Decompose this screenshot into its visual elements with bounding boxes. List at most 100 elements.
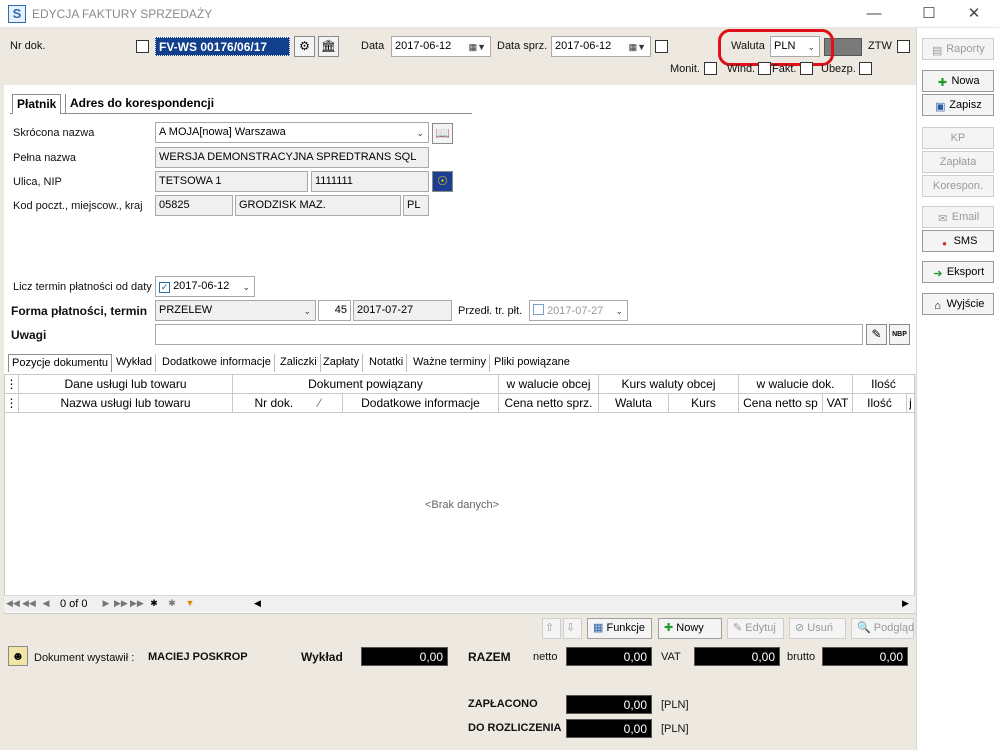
col-j[interactable]: j bbox=[907, 394, 915, 413]
close-icon[interactable]: ✕ bbox=[962, 4, 986, 24]
termin-days-field[interactable]: 45 bbox=[318, 300, 351, 321]
next-record-icon[interactable]: ▶ bbox=[100, 597, 112, 610]
tab-pozycje-dokumentu[interactable]: Pozycje dokumentu bbox=[8, 354, 112, 372]
nowy-button[interactable]: ✚ Nowy bbox=[658, 618, 722, 639]
brutto-label: brutto bbox=[787, 651, 816, 663]
licz-termin-date-picker[interactable]: ✓ 2017-06-12 ⌄ bbox=[155, 276, 255, 297]
address-book-icon[interactable]: 📖 bbox=[432, 123, 453, 144]
ulica-field[interactable]: TETSOWA 1 bbox=[155, 171, 308, 192]
eksport-button[interactable]: ➜ Eksport bbox=[922, 261, 994, 283]
wyjscie-button[interactable]: ⌂ Wyjście bbox=[922, 293, 994, 315]
positions-grid[interactable]: ⋮ Dane usługi lub towaru Dokument powiąz… bbox=[4, 374, 915, 614]
user-icon[interactable]: ☻ bbox=[8, 646, 28, 666]
email-button[interactable]: ✉ Email bbox=[922, 206, 994, 228]
tab-wyklad[interactable]: Wykład bbox=[113, 354, 156, 372]
app-logo-icon: S bbox=[8, 5, 26, 23]
termin-date-field[interactable]: 2017-07-27 bbox=[353, 300, 452, 321]
sms-button[interactable]: ● SMS bbox=[922, 230, 994, 252]
forma-platnosci-select[interactable]: PRZELEW ⌄ bbox=[155, 300, 316, 321]
data-sprz-checkbox[interactable] bbox=[655, 40, 668, 53]
col-dodatkowe-informacje[interactable]: Dodatkowe informacje bbox=[343, 394, 499, 413]
tab-dodatkowe-informacje[interactable]: Dodatkowe informacje bbox=[159, 354, 275, 372]
prev-page-icon[interactable]: ◀◀ bbox=[22, 597, 36, 610]
report-icon: ▤ bbox=[932, 45, 943, 57]
eu-vies-icon[interactable]: ☉ bbox=[432, 171, 453, 192]
bank-icon[interactable]: 🏛 bbox=[318, 36, 339, 57]
horizontal-scrollbar[interactable] bbox=[266, 599, 896, 609]
raporty-button[interactable]: ▤ Raporty bbox=[922, 38, 994, 60]
zapisz-button[interactable]: ▣ Zapisz bbox=[922, 94, 994, 116]
usun-button[interactable]: ⊘ Usuń bbox=[789, 618, 846, 639]
tab-notatki[interactable]: Notatki bbox=[366, 354, 408, 372]
col-nr-dok[interactable]: Nr dok. ⁄ bbox=[233, 394, 343, 413]
fakt-checkbox[interactable] bbox=[800, 62, 813, 75]
ztw-label: ZTW bbox=[868, 40, 892, 52]
ztw-checkbox[interactable] bbox=[897, 40, 910, 53]
edytuj-button[interactable]: ✎ Edytuj bbox=[727, 618, 784, 639]
uwagi-field[interactable] bbox=[155, 324, 863, 345]
move-down-icon[interactable]: ⇩ bbox=[563, 618, 582, 639]
append-filter-icon[interactable]: ✱ bbox=[166, 597, 178, 610]
tab-zaliczki[interactable]: Zaliczki bbox=[277, 354, 321, 372]
group-header-waluta-dok[interactable]: w walucie dok. bbox=[739, 375, 853, 394]
miejscowosc-field[interactable]: GRODZISK MAZ. bbox=[235, 195, 401, 216]
podglad-button[interactable]: 🔍 Podgląd bbox=[851, 618, 914, 639]
group-header-dane-uslugi[interactable]: Dane usługi lub towaru bbox=[19, 375, 233, 394]
kraj-field[interactable]: PL bbox=[403, 195, 429, 216]
prev-record-icon[interactable]: ◀ bbox=[40, 597, 52, 610]
tab-adres-korespondencji[interactable]: Adres do korespondencji bbox=[65, 94, 218, 114]
calendar-icon: ▦▼ bbox=[628, 42, 646, 52]
col-vat[interactable]: VAT bbox=[823, 394, 853, 413]
append-icon[interactable]: ✱ bbox=[148, 597, 160, 610]
preview-icon: 🔍 bbox=[857, 622, 871, 634]
nbp-button[interactable]: NBP bbox=[889, 324, 910, 345]
minimize-icon[interactable]: — bbox=[862, 4, 886, 24]
maximize-icon[interactable]: ☐ bbox=[917, 4, 941, 24]
tab-platnik[interactable]: Płatnik bbox=[12, 94, 62, 114]
edit-note-icon[interactable]: ✎ bbox=[866, 324, 887, 345]
przedl-date-picker[interactable]: 2017-07-27 ⌄ bbox=[529, 300, 628, 321]
funkcje-button[interactable]: ▦ Funkcje bbox=[587, 618, 652, 639]
column-chooser-icon[interactable]: ⋮ bbox=[5, 375, 19, 394]
col-kurs[interactable]: Kurs bbox=[669, 394, 739, 413]
document-number-field[interactable]: FV-WS 00176/06/17 bbox=[155, 37, 290, 56]
col-waluta[interactable]: Waluta bbox=[599, 394, 669, 413]
zaplata-button[interactable]: Zapłata bbox=[922, 151, 994, 173]
skrocona-nazwa-select[interactable]: A MOJA[nowa] Warszawa ⌄ bbox=[155, 122, 429, 143]
ubezp-checkbox[interactable] bbox=[859, 62, 872, 75]
tab-zaplaty[interactable]: Zapłaty bbox=[320, 354, 364, 372]
last-page-icon[interactable]: ▶▶ bbox=[130, 597, 144, 610]
kp-button[interactable]: KP bbox=[922, 127, 994, 149]
column-chooser-icon[interactable]: ⋮ bbox=[5, 394, 19, 413]
tab-pliki-powiazane[interactable]: Pliki powiązane bbox=[491, 354, 573, 372]
nr-dok-checkbox[interactable] bbox=[136, 40, 149, 53]
podglad-label: Podgląd bbox=[873, 622, 915, 634]
data-sprz-label: Data sprz. bbox=[497, 40, 548, 52]
scroll-left-icon[interactable]: ◀ bbox=[254, 598, 261, 609]
col-cena-netto-sp[interactable]: Cena netto sp bbox=[739, 394, 823, 413]
group-header-waluta-obca[interactable]: w walucie obcej bbox=[499, 375, 599, 394]
group-header-kurs-waluty[interactable]: Kurs waluty obcej bbox=[599, 375, 739, 394]
data-date-picker[interactable]: 2017-06-12 ▦▼ bbox=[391, 36, 491, 57]
scroll-right-icon[interactable]: ▶ bbox=[902, 598, 909, 609]
monit-checkbox[interactable] bbox=[704, 62, 717, 75]
nowa-button[interactable]: ✚ Nowa bbox=[922, 70, 994, 92]
move-up-icon[interactable]: ⇧ bbox=[542, 618, 561, 639]
filter-icon[interactable]: ▼ bbox=[184, 597, 196, 610]
data-sprz-date-picker[interactable]: 2017-06-12 ▦▼ bbox=[551, 36, 651, 57]
first-page-icon[interactable]: ◀◀ bbox=[6, 597, 20, 610]
group-header-ilosc[interactable]: Ilość bbox=[853, 375, 915, 394]
nip-field[interactable]: 1111111 bbox=[311, 171, 429, 192]
numbering-icon[interactable]: ⚙ bbox=[294, 36, 315, 57]
col-cena-netto-sprz[interactable]: Cena netto sprz. bbox=[499, 394, 599, 413]
group-header-dokument-powiazany[interactable]: Dokument powiązany bbox=[233, 375, 499, 394]
add-icon: ✚ bbox=[664, 622, 674, 634]
korespon-button[interactable]: Korespon. bbox=[922, 175, 994, 197]
next-page-icon[interactable]: ▶▶ bbox=[114, 597, 128, 610]
wind-checkbox[interactable] bbox=[758, 62, 771, 75]
col-nazwa[interactable]: Nazwa usługi lub towaru bbox=[19, 394, 233, 413]
tab-wazne-terminy[interactable]: Ważne terminy bbox=[410, 354, 490, 372]
col-ilosc[interactable]: Ilość bbox=[853, 394, 907, 413]
kod-pocztowy-field[interactable]: 05825 bbox=[155, 195, 233, 216]
pelna-nazwa-field[interactable]: WERSJA DEMONSTRACYJNA SPREDTRANS SQL bbox=[155, 147, 429, 168]
